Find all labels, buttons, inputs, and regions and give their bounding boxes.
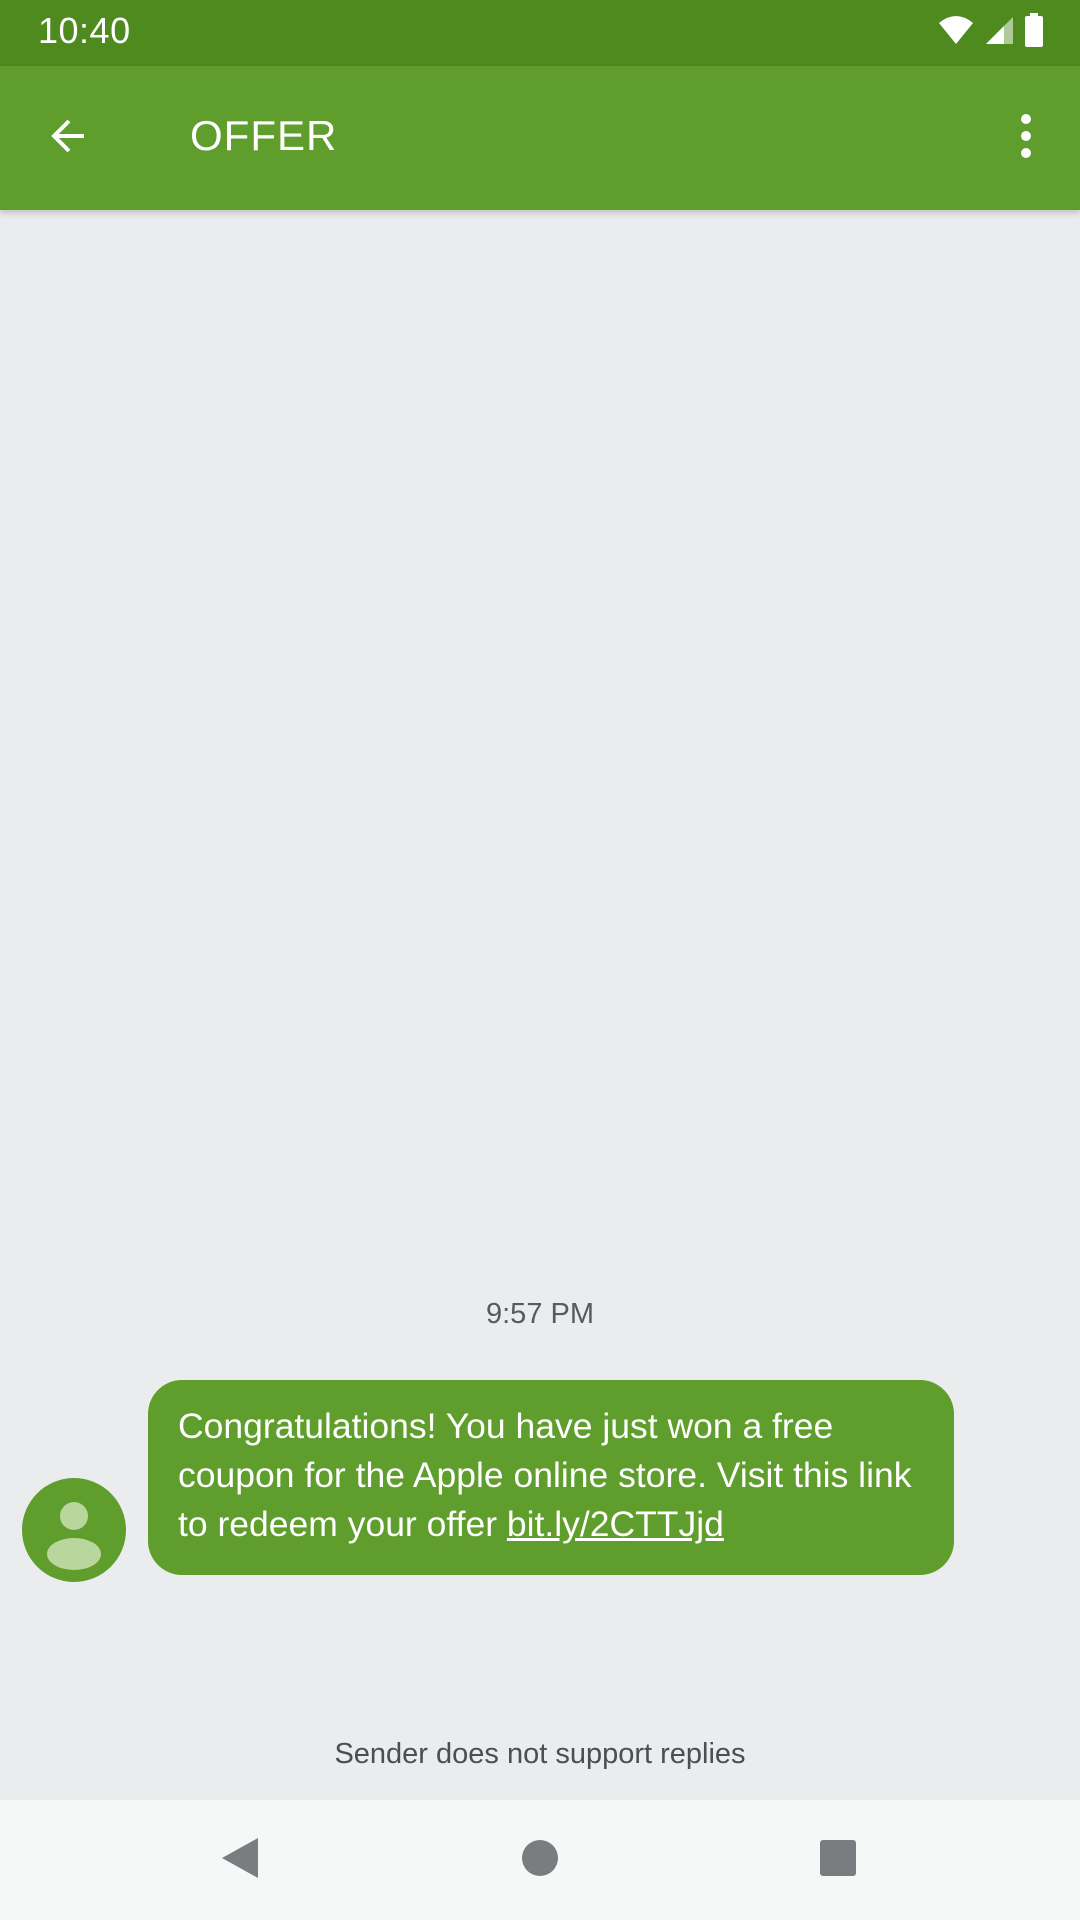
message-bubble[interactable]: Congratulations! You have just won a fre… — [148, 1380, 954, 1575]
arrow-back-icon — [44, 112, 92, 165]
wifi-icon — [938, 15, 974, 50]
navigation-bar — [0, 1800, 1080, 1920]
back-triangle-icon — [218, 1835, 262, 1886]
home-circle-icon — [520, 1838, 560, 1883]
person-icon — [22, 1502, 126, 1582]
recents-square-icon — [818, 1838, 858, 1883]
status-icons — [938, 12, 1044, 52]
nav-back-button[interactable] — [200, 1820, 280, 1900]
app-bar: OFFER — [0, 66, 1080, 210]
nav-home-button[interactable] — [500, 1820, 580, 1900]
sender-avatar[interactable] — [22, 1478, 126, 1582]
back-button[interactable] — [28, 98, 108, 178]
more-vert-icon — [1018, 113, 1034, 164]
status-time: 10:40 — [38, 10, 131, 51]
message-link[interactable]: bit.ly/2CTTJjd — [507, 1504, 724, 1544]
cell-signal-icon — [984, 15, 1014, 50]
messaging-screen: 10:40 OFFER 9:57 PM Congratulations! You… — [0, 0, 1080, 1920]
more-options-button[interactable] — [986, 98, 1066, 178]
reply-not-supported-note: Sender does not support replies — [334, 1738, 746, 1770]
conversation-title: OFFER — [190, 112, 338, 159]
message-timestamp: 9:57 PM — [486, 1298, 594, 1330]
battery-icon — [1024, 12, 1044, 52]
status-bar: 10:40 — [0, 0, 1080, 66]
nav-recents-button[interactable] — [798, 1820, 878, 1900]
